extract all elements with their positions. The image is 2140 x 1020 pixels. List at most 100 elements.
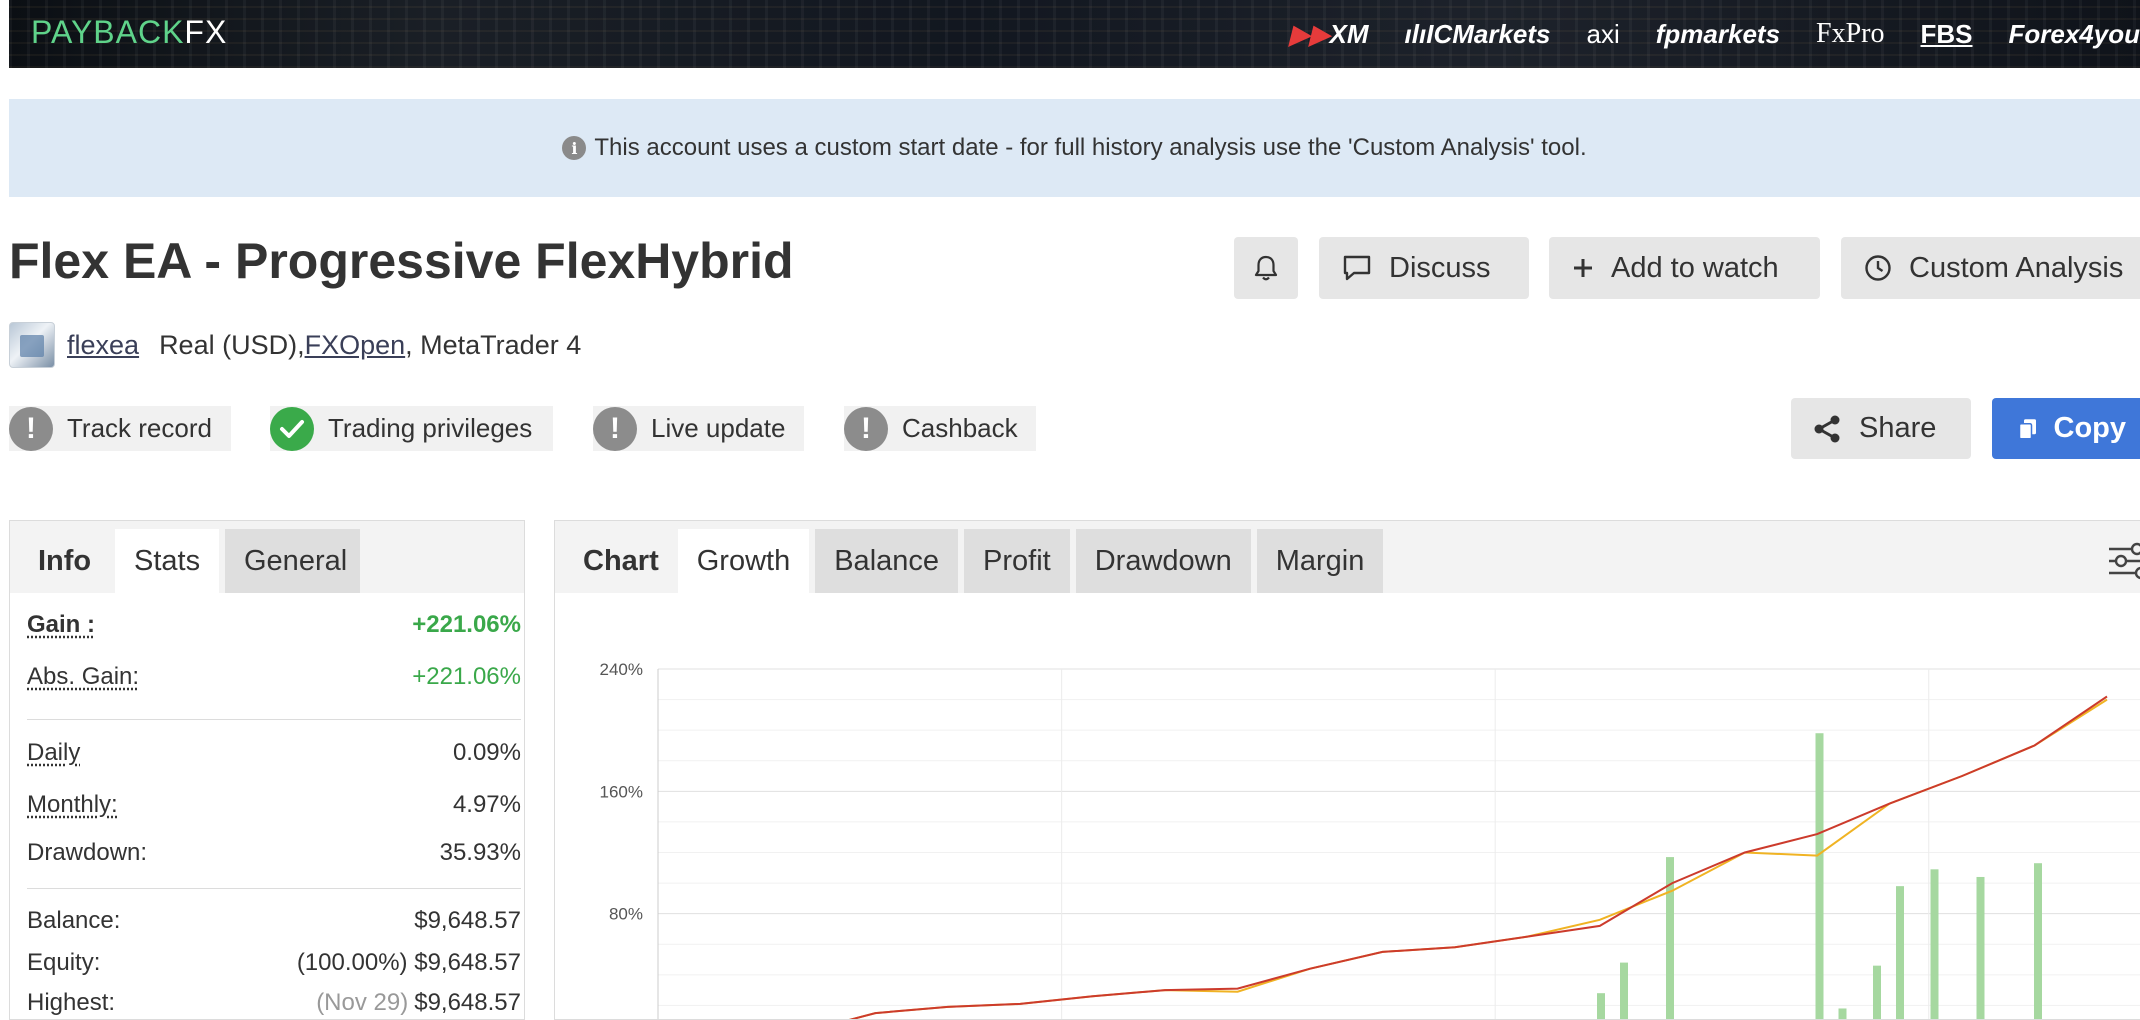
bell-icon	[1253, 254, 1279, 282]
y-tick-label: 240%	[600, 660, 643, 679]
discuss-label: Discuss	[1389, 252, 1491, 285]
badge-label: Cashback	[902, 413, 1018, 444]
stat-drawdown: Drawdown: 35.93%	[27, 839, 521, 867]
account-info-row: flexea Real (USD), FXOpen , MetaTrader 4	[9, 320, 581, 370]
notify-bell-button[interactable]	[1234, 237, 1298, 299]
tab-margin[interactable]: Margin	[1257, 529, 1384, 593]
paybackfx-logo[interactable]: PAYBACKFX	[31, 14, 227, 51]
add-to-watch-button[interactable]: Add to watch	[1549, 237, 1820, 299]
sliders-icon[interactable]	[2107, 541, 2140, 581]
stat-value: 35.93%	[440, 839, 521, 867]
broker-logo-forex4you[interactable]: Forex4you	[2009, 19, 2140, 50]
badge-trading-privileges[interactable]: Trading privileges	[270, 406, 553, 451]
profit-bar	[1816, 733, 1824, 1019]
badge-label: Trading privileges	[328, 413, 532, 444]
chart-panel: Chart Growth Balance Profit Drawdown Mar…	[554, 520, 2140, 1020]
badge-cashback[interactable]: ! Cashback	[844, 406, 1036, 451]
broker-link[interactable]: FXOpen	[305, 330, 406, 361]
broker-logo-axi[interactable]: axi	[1587, 19, 1620, 50]
growth-chart: 240%160%80%0%	[555, 593, 2140, 1019]
profit-bar	[1620, 963, 1628, 1019]
stat-balance: Balance: $9,648.57	[27, 907, 521, 935]
tab-growth[interactable]: Growth	[678, 529, 809, 593]
logo-main-text: PAYBACK	[31, 14, 184, 50]
tab-profit[interactable]: Profit	[964, 529, 1070, 593]
custom-analysis-button[interactable]: Custom Analysis	[1841, 237, 2140, 299]
platform-label: , MetaTrader 4	[405, 330, 581, 361]
tab-general[interactable]: General	[225, 529, 360, 593]
share-icon	[1813, 414, 1841, 444]
profit-bar	[1931, 869, 1939, 1019]
discuss-button[interactable]: Discuss	[1319, 237, 1529, 299]
stat-label[interactable]: Daily	[27, 739, 80, 767]
stat-monthly: Monthly: 4.97%	[27, 791, 521, 819]
stat-equity: Equity: (100.00%) $9,648.57	[27, 949, 521, 977]
profit-bar	[1977, 877, 1985, 1019]
exclamation-icon: !	[593, 407, 637, 451]
add-to-watch-label: Add to watch	[1611, 252, 1779, 285]
tab-info[interactable]: Info	[10, 529, 115, 593]
stat-daily: Daily 0.09%	[27, 739, 521, 767]
broker-logo-fpmarkets[interactable]: fpmarkets	[1656, 19, 1780, 50]
profit-bar	[1873, 966, 1881, 1019]
stat-label[interactable]: Abs. Gain:	[27, 663, 139, 691]
profit-bar	[1896, 886, 1904, 1019]
broker-logo-fbs[interactable]: FBS	[1921, 19, 1973, 50]
exclamation-icon: !	[844, 407, 888, 451]
stat-value: 4.97%	[453, 791, 521, 819]
profit-bar	[2034, 863, 2042, 1019]
notice-text: This account uses a custom start date - …	[594, 134, 1586, 162]
badge-live-update[interactable]: ! Live update	[593, 406, 804, 451]
stat-abs-gain: Abs. Gain: +221.06%	[27, 663, 521, 691]
stat-value: 0.09%	[453, 739, 521, 767]
broker-logo-fxpro[interactable]: FxPro	[1816, 18, 1884, 50]
info-icon: i	[562, 136, 586, 160]
copy-button[interactable]: Copy	[1992, 398, 2140, 459]
stats-tabs: Info Stats General	[10, 521, 524, 593]
tab-stats[interactable]: Stats	[115, 529, 219, 593]
copy-label: Copy	[2054, 412, 2127, 445]
stat-prefix: (100.00%)	[297, 949, 408, 976]
equity-growth-line	[658, 700, 2107, 1019]
stat-label: Highest:	[27, 989, 115, 1017]
owner-link[interactable]: flexea	[67, 330, 139, 361]
stat-label[interactable]: Gain :	[27, 611, 95, 639]
share-label: Share	[1859, 412, 1936, 445]
stat-highest: Highest: (Nov 29)$9,648.57	[27, 989, 521, 1017]
stat-value: +221.06%	[412, 663, 521, 691]
copy-icon	[2018, 414, 2038, 444]
divider	[27, 719, 521, 720]
profit-bar	[1597, 993, 1605, 1019]
balance-growth-line	[658, 697, 2107, 1020]
profit-bar	[1839, 1008, 1847, 1019]
tab-balance[interactable]: Balance	[815, 529, 958, 593]
stat-label[interactable]: Monthly:	[27, 791, 118, 819]
stats-panel: Info Stats General Gain : +221.06% Abs. …	[9, 520, 525, 1020]
y-tick-label: 160%	[600, 782, 643, 801]
broker-logos: ▶▶XM ılıICMarkets axi fpmarkets FxPro FB…	[1290, 0, 2140, 68]
tab-chart: Chart	[555, 529, 678, 593]
exclamation-icon: !	[9, 407, 53, 451]
stat-value: $9,648.57	[414, 989, 521, 1016]
stat-label: Balance:	[27, 907, 120, 935]
tab-drawdown[interactable]: Drawdown	[1076, 529, 1251, 593]
profit-bar	[1666, 857, 1674, 1019]
badge-track-record[interactable]: ! Track record	[9, 406, 231, 451]
stat-gain: Gain : +221.06%	[27, 611, 521, 639]
page-title: Flex EA - Progressive FlexHybrid	[9, 232, 794, 290]
clock-icon	[1863, 253, 1893, 283]
broker-logo-xm[interactable]: ▶▶XM	[1290, 19, 1369, 50]
check-icon	[270, 407, 314, 451]
account-type: Real (USD),	[159, 330, 305, 361]
logo-fx-text: FX	[184, 14, 227, 50]
broker-logo-icmarkets[interactable]: ılıICMarkets	[1405, 19, 1551, 50]
badge-label: Live update	[651, 413, 785, 444]
avatar[interactable]	[9, 322, 55, 368]
stat-value: +221.06%	[412, 611, 521, 639]
share-button[interactable]: Share	[1791, 398, 1971, 459]
custom-start-date-notice: i This account uses a custom start date …	[9, 99, 2140, 197]
divider	[27, 888, 521, 889]
stat-value: $9,648.57	[414, 907, 521, 935]
chart-tabs: Chart Growth Balance Profit Drawdown Mar…	[555, 521, 2140, 593]
custom-analysis-label: Custom Analysis	[1909, 252, 2123, 285]
